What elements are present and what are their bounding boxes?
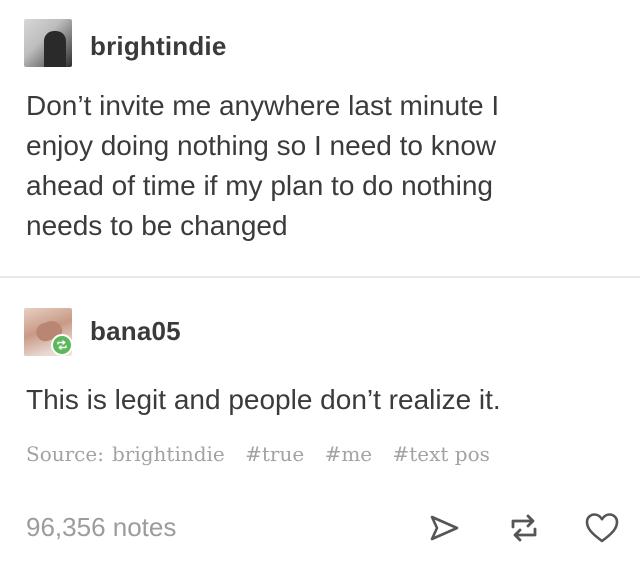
tag-link[interactable]: #me <box>325 442 373 466</box>
original-post-text: Don’t invite me anywhere last minute I e… <box>26 86 626 246</box>
post-line: needs to be changed <box>26 210 288 241</box>
post-line: Don’t invite me anywhere last minute I <box>26 90 500 121</box>
source-name: brightindie <box>111 442 225 466</box>
username-bana05[interactable]: bana05 <box>90 316 181 347</box>
username-brightindie[interactable]: brightindie <box>90 31 227 62</box>
tag-link[interactable]: #true <box>245 442 304 466</box>
source-label: Source: <box>26 442 104 466</box>
avatar-brightindie[interactable] <box>24 19 72 67</box>
post-line: enjoy doing nothing so I need to know <box>26 130 497 161</box>
share-icon[interactable] <box>426 510 462 546</box>
reblog-badge-icon <box>51 334 73 356</box>
source-link[interactable]: Source: brightindie <box>26 442 225 466</box>
tag-link[interactable]: #text pos <box>392 442 489 466</box>
reblog-comment-text: This is legit and people don’t realize i… <box>26 384 501 415</box>
tags-row: Source: brightindie #true #me #text pos <box>26 442 620 466</box>
original-post: brightindie Don’t invite me anywhere las… <box>0 0 640 276</box>
avatar-figure <box>44 31 66 67</box>
reblog-post: bana05 This is legit and people don’t re… <box>0 278 640 568</box>
notes-count[interactable]: 96,356 notes <box>26 512 176 543</box>
reblog-icon[interactable] <box>506 510 542 546</box>
post-line: ahead of time if my plan to do nothing <box>26 170 493 201</box>
heart-icon[interactable] <box>584 510 620 546</box>
